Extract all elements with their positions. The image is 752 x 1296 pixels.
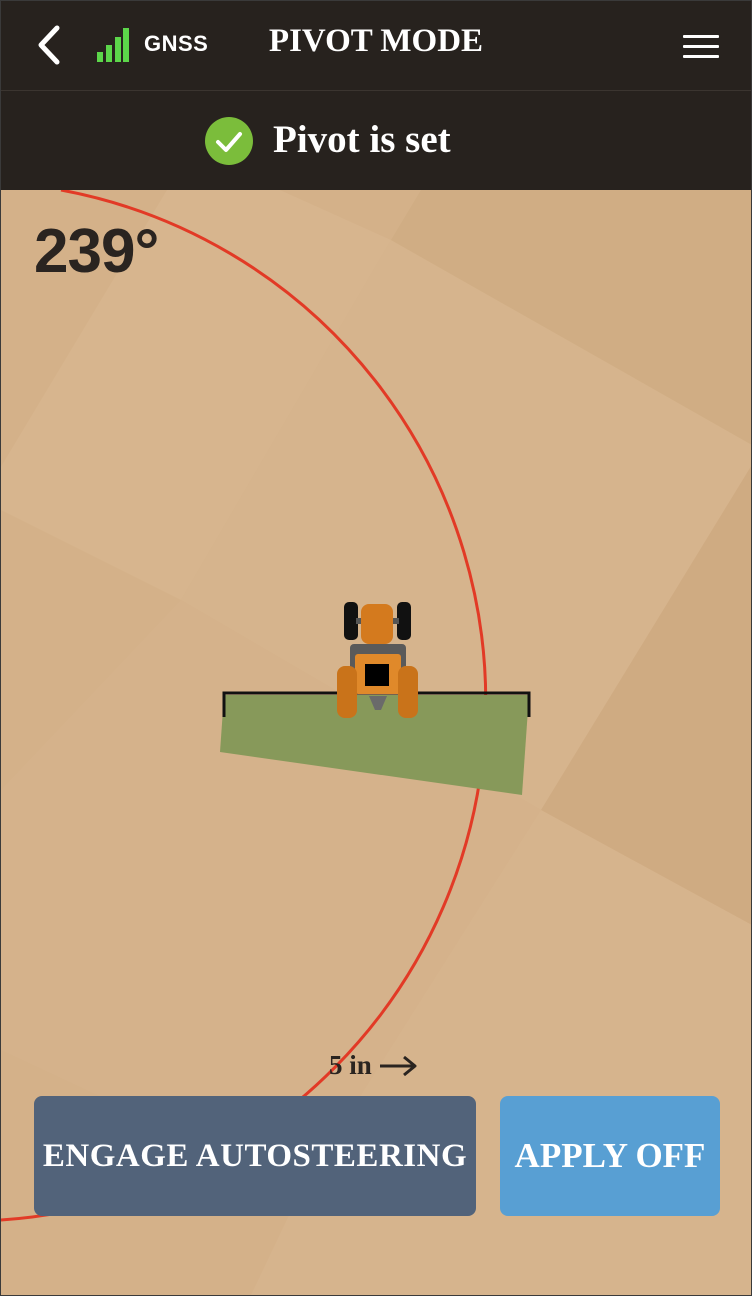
status-banner: Pivot is set [1, 91, 751, 190]
engage-autosteering-button[interactable]: ENGAGE AUTOSTEERING [34, 1096, 476, 1216]
hamburger-menu-icon [683, 34, 719, 38]
heading-readout: 239° [34, 217, 159, 286]
back-button[interactable] [21, 17, 77, 73]
gnss-status-label: GNSS [144, 31, 209, 56]
top-bar: GNSS PIVOT MODE [1, 1, 751, 91]
chevron-left-icon [38, 25, 60, 65]
status-text: Pivot is set [273, 118, 451, 161]
menu-button[interactable] [677, 25, 727, 67]
scale-indicator: 5 in [329, 1050, 418, 1081]
app-screen: GNSS PIVOT MODE Pivot is set 239° 5 in E… [0, 0, 752, 1296]
arrow-right-icon [379, 1055, 417, 1076]
hamburger-menu-icon [683, 54, 719, 58]
apply-off-button[interactable]: APPLY OFF [500, 1096, 720, 1216]
field-map[interactable]: 239° 5 in ENGAGE AUTOSTEERING APPLY OFF [1, 190, 751, 1295]
hamburger-menu-icon [683, 44, 719, 48]
check-circle-icon [205, 117, 253, 165]
scale-label: 5 in [329, 1050, 372, 1080]
signal-bars-icon [97, 28, 129, 62]
page-title: PIVOT MODE [268, 23, 484, 59]
